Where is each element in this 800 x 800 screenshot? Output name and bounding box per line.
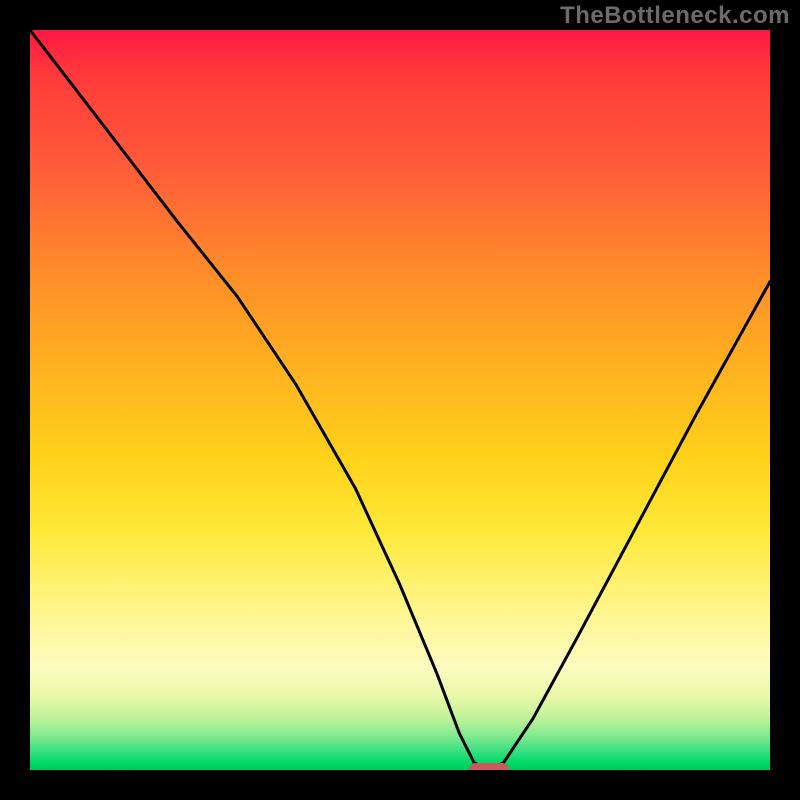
bottleneck-curve [30, 30, 770, 770]
watermark-text: TheBottleneck.com [560, 2, 790, 30]
chart-frame: TheBottleneck.com [0, 0, 800, 800]
curve-path [30, 30, 770, 770]
plot-area [30, 30, 770, 770]
optimum-marker [469, 763, 509, 770]
